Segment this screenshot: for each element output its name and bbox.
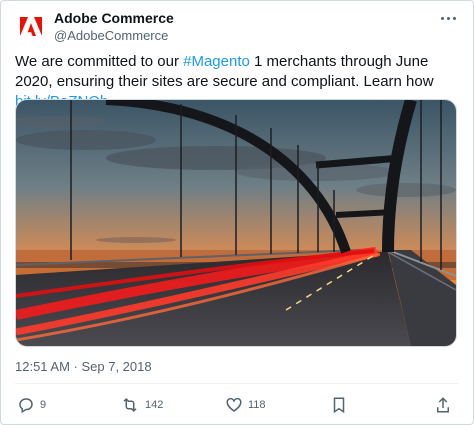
heart-icon [226,397,242,412]
tweet-timestamp[interactable]: 12:51 AM · Sep 7, 2018 [15,359,152,374]
account-handle[interactable]: @AdobeCommerce [54,28,174,44]
avatar[interactable] [15,11,47,43]
divider [15,383,459,384]
reply-icon [19,398,33,414]
retweet-count: 142 [145,399,164,411]
bookmark-button[interactable] [331,394,347,416]
bookmark-icon [333,397,345,414]
tweet-photo[interactable] [15,99,457,347]
adobe-logo-icon [20,17,42,36]
account-names: Adobe Commerce @AdobeCommerce [54,10,174,44]
hashtag-link[interactable]: #Magento [183,53,250,70]
display-name[interactable]: Adobe Commerce [54,10,174,26]
retweet-button[interactable]: 142 [120,394,163,416]
reply-button[interactable]: 9 [17,394,46,416]
retweet-icon [123,397,137,413]
like-button[interactable]: 118 [225,394,266,416]
tweet-card: Adobe Commerce @AdobeCommerce We are com… [0,0,474,425]
reply-count: 9 [40,399,47,411]
tweet-text-part1: We are committed to our [15,53,184,70]
share-button[interactable] [435,394,451,416]
action-bar: 9 142 118 [15,394,459,416]
more-options-icon[interactable] [435,11,461,25]
like-count: 118 [248,399,266,411]
bridge-sunset-image [16,100,456,346]
share-icon [437,397,449,413]
